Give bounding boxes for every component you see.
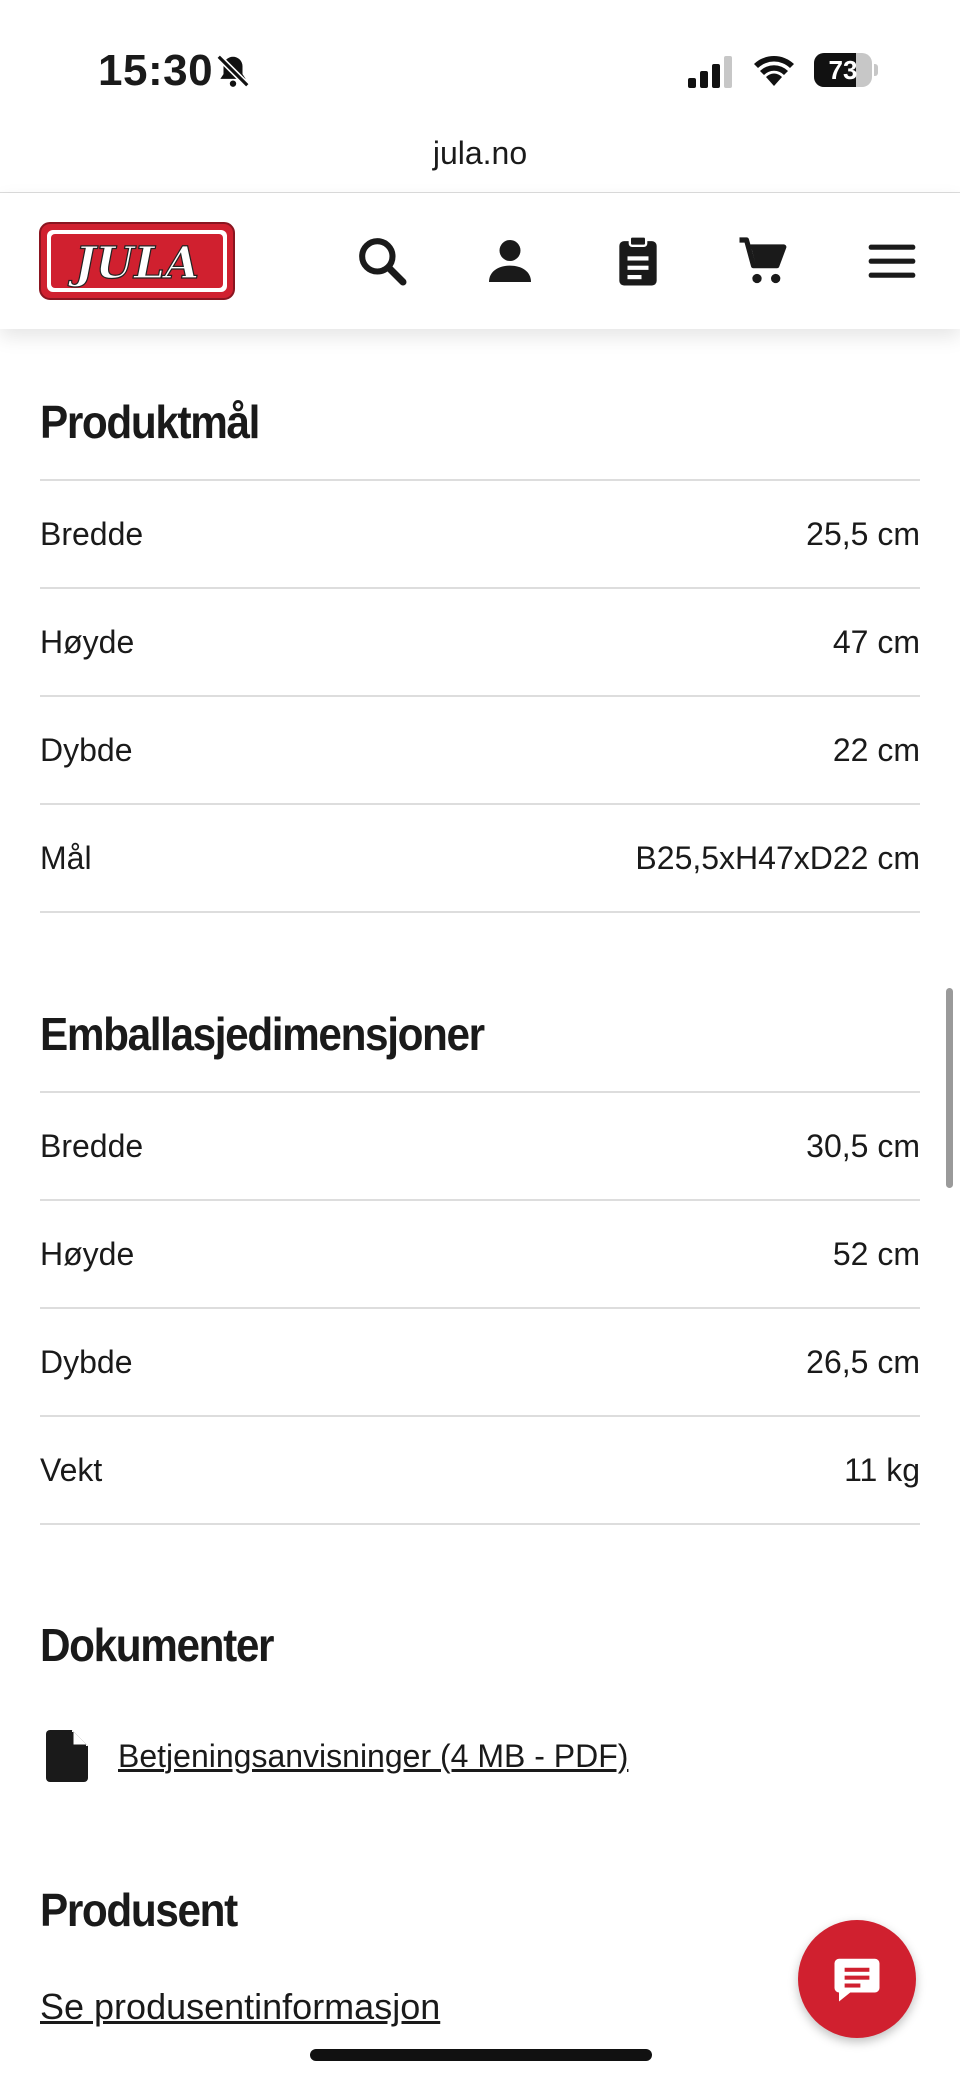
spec-label: Vekt <box>40 1451 103 1488</box>
spec-value: 22 cm <box>832 731 920 768</box>
spec-label: Dybde <box>40 1343 133 1380</box>
spec-row: Dybde 26,5 cm <box>40 1307 920 1415</box>
spec-label: Dybde <box>40 731 133 768</box>
status-time: 15:30 <box>98 46 214 95</box>
svg-text:JULA: JULA <box>68 238 199 289</box>
site-header: JULA <box>0 193 960 329</box>
spec-row: Mål B25,5xH47xD22 cm <box>40 803 920 913</box>
cart-icon[interactable] <box>736 233 792 289</box>
spec-row: Høyde 52 cm <box>40 1199 920 1307</box>
product-dimensions-table: Bredde 25,5 cm Høyde 47 cm Dybde 22 cm M… <box>40 479 920 913</box>
packaging-dimensions-table: Bredde 30,5 cm Høyde 52 cm Dybde 26,5 cm… <box>40 1091 920 1525</box>
producer-title: Produsent <box>40 1884 238 1936</box>
spec-row: Vekt 11 kg <box>40 1415 920 1525</box>
shopping-list-icon[interactable] <box>610 233 666 289</box>
spec-label: Høyde <box>40 623 135 660</box>
battery-percent: 73 <box>828 55 858 85</box>
manual-link-text[interactable]: Betjeningsanvisninger (4 MB - PDF) <box>118 1738 628 1775</box>
spec-label: Mål <box>40 839 92 876</box>
spec-value: 30,5 cm <box>806 1127 920 1164</box>
chat-icon <box>834 1958 880 2002</box>
spec-value: 26,5 cm <box>806 1343 920 1380</box>
spec-label: Bredde <box>40 1127 144 1164</box>
spec-value: 25,5 cm <box>806 515 920 552</box>
bell-slash-icon <box>216 54 250 88</box>
packaging-dimensions-title: Emballasjedimensjoner <box>40 1008 485 1060</box>
producer-info-link[interactable]: Se produsentinformasjon <box>40 1986 440 2028</box>
document-icon <box>46 1730 88 1782</box>
spec-value: B25,5xH47xD22 cm <box>635 839 920 876</box>
menu-icon[interactable] <box>864 233 920 289</box>
signal-icon <box>688 56 732 88</box>
status-bar: 15:30 73 <box>0 0 960 130</box>
spec-label: Bredde <box>40 515 144 552</box>
scrollbar[interactable] <box>946 988 953 1188</box>
spec-row: Bredde 30,5 cm <box>40 1091 920 1199</box>
search-icon[interactable] <box>354 233 410 289</box>
wifi-icon <box>754 56 794 86</box>
battery-indicator: 73 <box>814 53 878 87</box>
product-dimensions-title: Produktmål <box>40 396 260 448</box>
spec-value: 52 cm <box>832 1235 920 1272</box>
jula-logo[interactable]: JULA <box>38 221 236 301</box>
spec-row: Høyde 47 cm <box>40 587 920 695</box>
chat-button[interactable] <box>798 1920 916 2038</box>
spec-row: Dybde 22 cm <box>40 695 920 803</box>
spec-row: Bredde 25,5 cm <box>40 479 920 587</box>
spec-value: 11 kg <box>844 1451 920 1488</box>
documents-title: Dokumenter <box>40 1619 275 1671</box>
user-icon[interactable] <box>482 233 538 289</box>
home-indicator[interactable] <box>310 2049 652 2061</box>
spec-label: Høyde <box>40 1235 135 1272</box>
manual-pdf-link[interactable]: Betjeningsanvisninger (4 MB - PDF) <box>46 1730 628 1782</box>
browser-url[interactable]: jula.no <box>0 135 960 172</box>
spec-value: 47 cm <box>832 623 920 660</box>
